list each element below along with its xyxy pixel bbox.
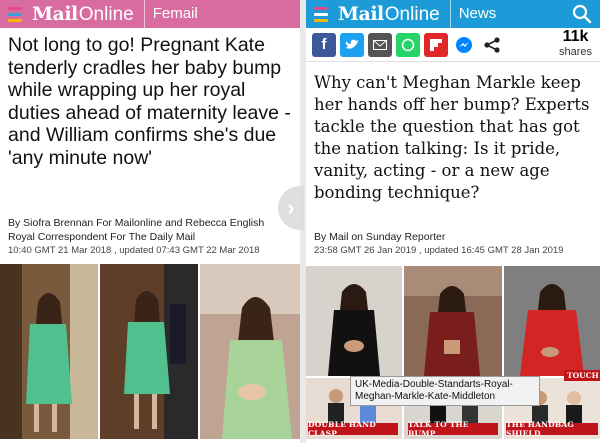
- share-count: 11k shares: [558, 28, 592, 59]
- article-photo[interactable]: [404, 266, 502, 376]
- facebook-icon[interactable]: f: [312, 32, 336, 57]
- section-label[interactable]: Femail: [143, 0, 198, 28]
- article-photo[interactable]: [100, 264, 198, 439]
- search-icon[interactable]: [572, 4, 592, 24]
- twitter-icon[interactable]: [340, 32, 364, 57]
- share-bar: f 11k shares: [306, 28, 600, 62]
- article-photo[interactable]: [0, 264, 98, 439]
- byline-role: Royal Correspondent For The Daily Mail: [8, 231, 196, 243]
- dateline: 23:58 GMT 26 Jan 2019 , updated 16:45 GM…: [314, 245, 564, 256]
- messenger-icon[interactable]: [452, 32, 476, 57]
- mailonline-logo[interactable]: Mail Online: [32, 3, 134, 26]
- section-label[interactable]: News: [449, 0, 496, 28]
- femail-topbar: Mail Online Femail: [0, 0, 300, 28]
- share-icon[interactable]: [480, 32, 504, 57]
- femail-article-panel: Mail Online Femail Not long to go! Pregn…: [0, 0, 300, 443]
- article-photo[interactable]: [504, 266, 600, 376]
- caption-talk-to-the-bump: TALK TO THE BUMP: [408, 420, 498, 438]
- image-tooltip: UK-Media-Double-Standarts-Royal-Meghan-M…: [350, 376, 540, 406]
- article-headline[interactable]: Why can't Meghan Markle keep her hands o…: [306, 62, 600, 204]
- whatsapp-icon[interactable]: [396, 32, 420, 57]
- hamburger-menu-icon[interactable]: [308, 0, 334, 28]
- hamburger-menu-icon[interactable]: [2, 0, 28, 28]
- caption-double-hand-clasp: DOUBLE HAND CLASP: [308, 420, 398, 438]
- flipboard-icon[interactable]: [424, 32, 448, 57]
- news-topbar: Mail Online News: [306, 0, 600, 28]
- article-photo[interactable]: [200, 264, 300, 439]
- dateline: 10:40 GMT 21 Mar 2018 , updated 07:43 GM…: [8, 245, 260, 256]
- article-photo[interactable]: [306, 266, 402, 376]
- email-icon[interactable]: [368, 32, 392, 57]
- caption-handbag-shield: THE HANDBAG SHIELD: [506, 420, 598, 438]
- kate-photo-strip: [0, 264, 300, 439]
- touch-label: TOUCH: [564, 370, 600, 381]
- byline: By Siofra Brennan For Mailonline and Reb…: [8, 217, 265, 229]
- mailonline-logo[interactable]: Mail Online: [338, 3, 440, 26]
- article-headline[interactable]: Not long to go! Pregnant Kate tenderly c…: [0, 28, 300, 169]
- byline: By Mail on Sunday Reporter: [314, 231, 446, 243]
- meghan-photo-grid: TOUCH DOUBLE HAND CLASP TALK TO THE BUMP…: [306, 266, 600, 439]
